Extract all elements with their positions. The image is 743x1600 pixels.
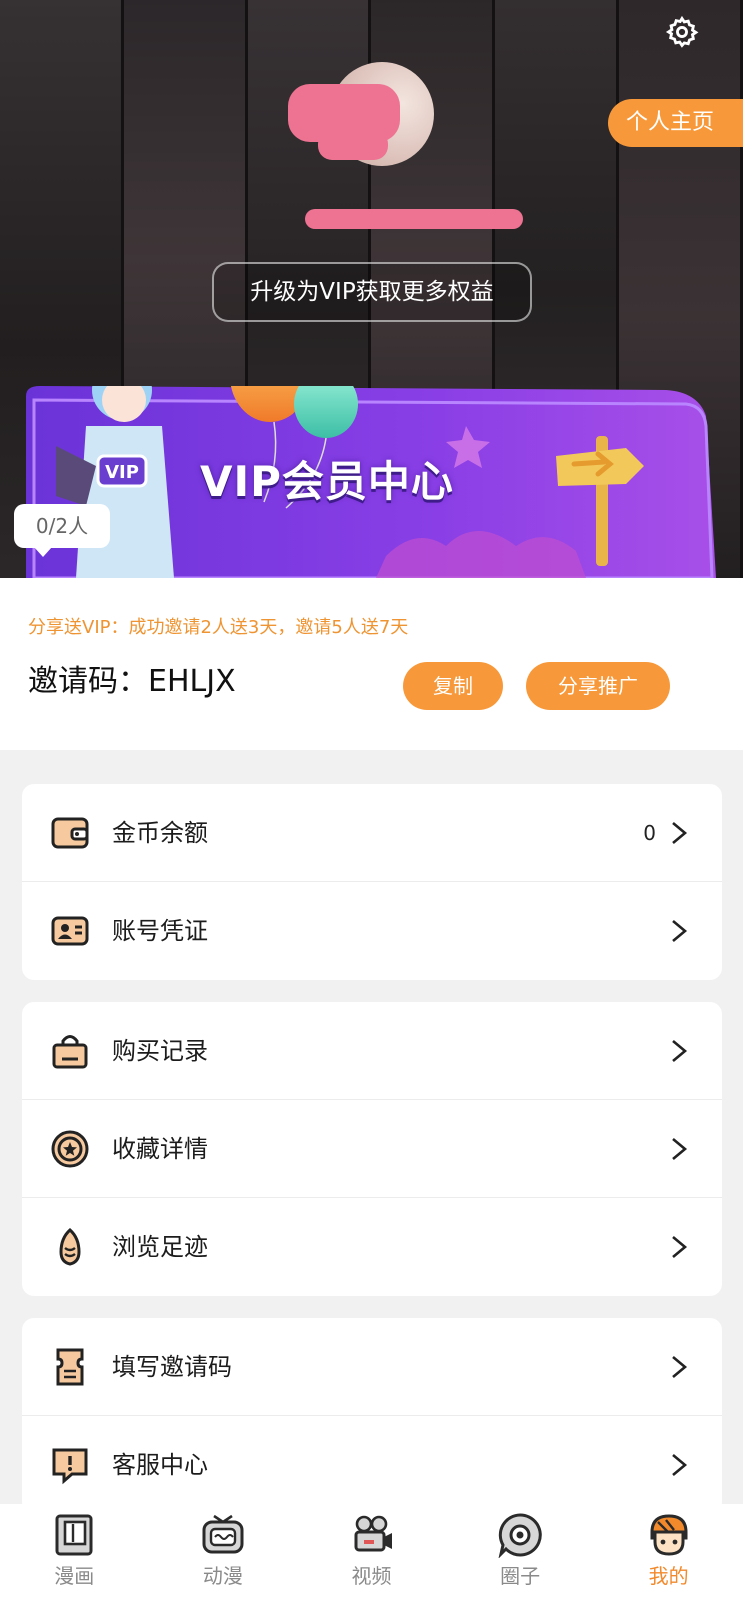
star-badge-icon: [51, 1130, 89, 1168]
profile-header: 个人主页 升级为VIP获取更多权益 VIP VIP会员中心 0/2人: [0, 0, 743, 578]
menu-item-coin-balance[interactable]: 金币余额 0: [22, 784, 722, 882]
invite-section: 分享送VIP：成功邀请2人送3天，邀请5人送7天 邀请码：EHLJX 复制 分享…: [0, 578, 743, 750]
profile-face-icon: [650, 1514, 688, 1556]
bottom-tab-bar: 漫画 动漫 视频 圈子 我的: [0, 1504, 743, 1600]
tab-circle[interactable]: 圈子: [446, 1504, 595, 1600]
chevron-right-icon: [672, 1040, 688, 1062]
records-card: 购买记录 收藏详情 浏览足迹: [22, 1002, 722, 1296]
upgrade-vip-button[interactable]: 升级为VIP获取更多权益: [212, 262, 532, 322]
tv-icon: [202, 1514, 244, 1554]
tab-mine[interactable]: 我的: [594, 1504, 743, 1600]
chevron-right-icon: [672, 1138, 688, 1160]
svg-text:VIP: VIP: [105, 462, 139, 483]
menu-item-customer-service[interactable]: 客服中心: [22, 1416, 722, 1514]
account-card: 金币余额 0 账号凭证: [22, 784, 722, 980]
menu-item-label: 金币余额: [112, 819, 208, 847]
chevron-right-icon: [672, 1236, 688, 1258]
tab-label: 圈子: [500, 1564, 541, 1588]
camera-icon: [354, 1515, 393, 1552]
menu-item-label: 收藏详情: [112, 1135, 208, 1163]
menu-item-enter-invite-code[interactable]: 填写邀请码: [22, 1318, 722, 1416]
wallet-icon: [51, 817, 89, 849]
book-icon: [55, 1514, 93, 1556]
tab-comics[interactable]: 漫画: [0, 1504, 149, 1600]
vip-center-title[interactable]: VIP会员中心: [200, 454, 454, 510]
tab-label: 视频: [351, 1564, 392, 1588]
invite-progress-bubble: 0/2人: [14, 504, 110, 557]
tab-label: 动漫: [202, 1564, 243, 1588]
support-icon: [52, 1448, 88, 1485]
share-promote-button[interactable]: 分享推广: [526, 662, 670, 710]
ticket-icon: [56, 1348, 84, 1386]
share-reward-tip: 分享送VIP：成功邀请2人送3天，邀请5人送7天: [28, 617, 409, 638]
invite-code: 邀请码：EHLJX: [28, 664, 236, 699]
profile-page-button[interactable]: 个人主页: [608, 99, 743, 147]
menu-item-label: 客服中心: [112, 1451, 208, 1479]
menu-item-browsing-history[interactable]: 浏览足迹: [22, 1198, 722, 1296]
chat-circle-icon: [498, 1513, 542, 1558]
redaction-mark: [305, 209, 523, 229]
menu-item-favorites[interactable]: 收藏详情: [22, 1100, 722, 1198]
menu-item-label: 填写邀请码: [112, 1353, 232, 1381]
menu-item-purchase-records[interactable]: 购买记录: [22, 1002, 722, 1100]
redaction-mark: [318, 130, 388, 160]
shopping-bag-icon: [52, 1035, 88, 1069]
gear-icon[interactable]: [662, 12, 702, 52]
tab-label: 我的: [648, 1564, 689, 1588]
menu-item-label: 浏览足迹: [112, 1233, 208, 1261]
chevron-right-icon: [672, 822, 688, 844]
coin-balance-value: 0: [643, 821, 656, 845]
tab-label: 漫画: [54, 1564, 95, 1588]
footprint-icon: [59, 1227, 81, 1266]
menu-item-account-credential[interactable]: 账号凭证: [22, 882, 722, 980]
chevron-right-icon: [672, 1356, 688, 1378]
tab-video[interactable]: 视频: [297, 1504, 446, 1600]
chevron-right-icon: [672, 1454, 688, 1476]
copy-button[interactable]: 复制: [403, 662, 503, 710]
menu-item-label: 购买记录: [112, 1037, 208, 1065]
chevron-right-icon: [672, 920, 688, 942]
service-card: 填写邀请码 客服中心: [22, 1318, 722, 1514]
menu-item-label: 账号凭证: [112, 917, 208, 945]
id-card-icon: [51, 916, 89, 946]
tab-anime[interactable]: 动漫: [149, 1504, 298, 1600]
